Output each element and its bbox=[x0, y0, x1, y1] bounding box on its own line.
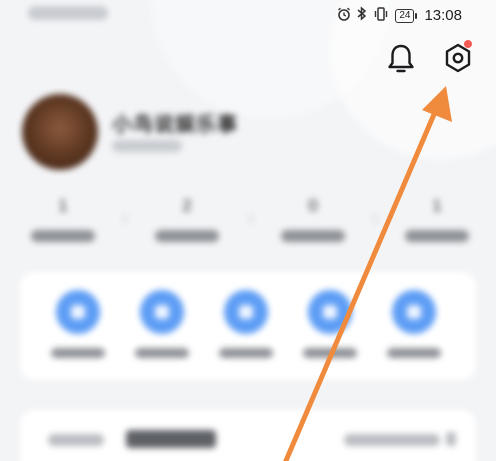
service-item[interactable] bbox=[48, 290, 108, 358]
vibrate-icon bbox=[373, 6, 389, 25]
profile-name[interactable]: 小鸟说娱乐事 bbox=[112, 108, 238, 137]
stat-value: 2 bbox=[182, 196, 192, 215]
service-icon bbox=[392, 290, 436, 334]
service-label bbox=[219, 348, 273, 358]
status-time: 13:08 bbox=[424, 7, 462, 24]
stat-label bbox=[31, 230, 95, 242]
stat-label bbox=[281, 230, 345, 242]
status-icons: 24 13:08 bbox=[337, 6, 462, 25]
stat-divider bbox=[250, 214, 252, 224]
service-icon bbox=[140, 290, 184, 334]
service-label bbox=[135, 348, 189, 358]
stat-item[interactable]: 2 bbox=[142, 196, 232, 242]
stat-label bbox=[155, 230, 219, 242]
profile-screen: 小鸟说娱乐事 1 2 0 1 24 13:08 bbox=[0, 0, 496, 461]
stat-value: 1 bbox=[58, 196, 68, 215]
service-item[interactable] bbox=[216, 290, 276, 358]
alarm-icon bbox=[337, 7, 351, 25]
avatar[interactable] bbox=[22, 94, 98, 170]
service-item[interactable] bbox=[384, 290, 444, 358]
stat-item[interactable]: 1 bbox=[18, 196, 108, 242]
stat-label bbox=[405, 230, 469, 242]
service-icon bbox=[308, 290, 352, 334]
notification-badge bbox=[464, 40, 472, 48]
service-label bbox=[51, 348, 105, 358]
service-label bbox=[387, 348, 441, 358]
battery-indicator: 24 bbox=[395, 8, 418, 23]
stat-divider bbox=[124, 214, 126, 224]
chevron-right-icon bbox=[446, 432, 456, 446]
stat-divider bbox=[374, 214, 376, 224]
service-icon bbox=[224, 290, 268, 334]
stat-value: 1 bbox=[432, 196, 442, 215]
service-item[interactable] bbox=[300, 290, 360, 358]
bluetooth-icon bbox=[357, 6, 367, 25]
status-bar: 24 13:08 bbox=[0, 0, 496, 30]
bottom-card-link[interactable] bbox=[344, 434, 440, 446]
stat-item[interactable]: 1 bbox=[392, 196, 482, 242]
service-item[interactable] bbox=[132, 290, 192, 358]
blurred-content: 小鸟说娱乐事 1 2 0 1 bbox=[0, 0, 496, 461]
bottom-card-label bbox=[48, 434, 104, 446]
bell-icon[interactable] bbox=[386, 42, 416, 76]
carrier-info bbox=[28, 6, 108, 20]
service-icon bbox=[56, 290, 100, 334]
bottom-card-title bbox=[126, 430, 216, 448]
service-label bbox=[303, 348, 357, 358]
stat-item[interactable]: 0 bbox=[268, 196, 358, 242]
profile-subtitle bbox=[112, 140, 182, 152]
stat-value: 0 bbox=[308, 196, 318, 215]
